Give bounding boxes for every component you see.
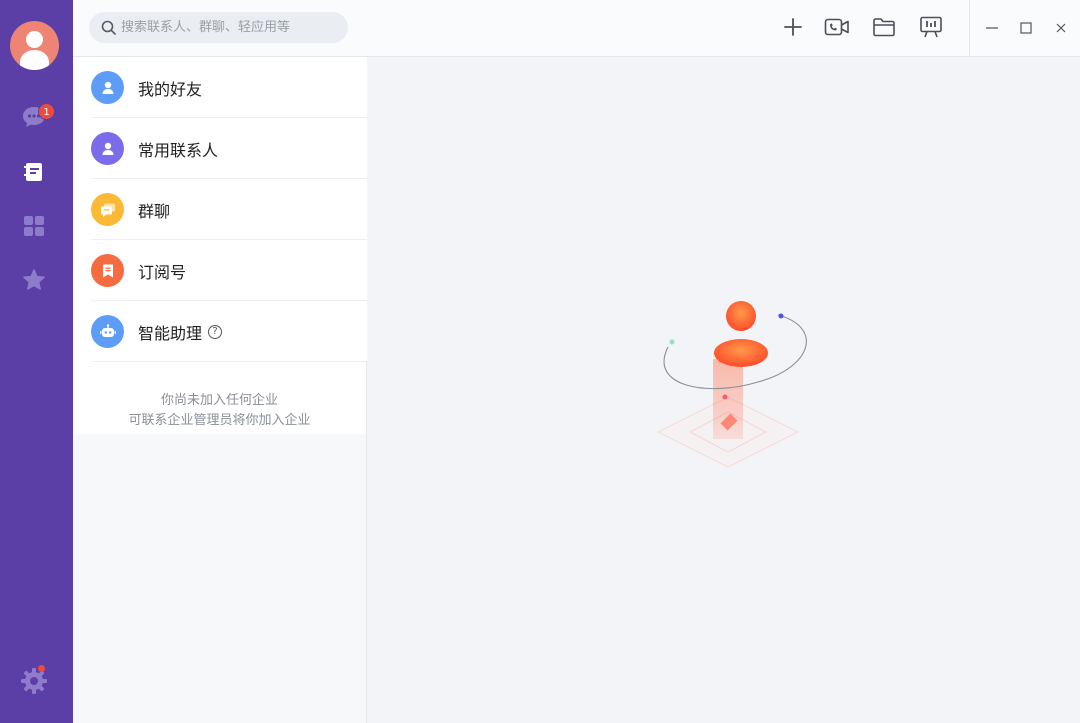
settings-notification-dot bbox=[38, 665, 45, 672]
contacts-item-frequent[interactable]: 常用联系人 bbox=[73, 118, 367, 179]
person-icon bbox=[91, 132, 124, 165]
search-input[interactable] bbox=[121, 20, 341, 35]
user-avatar[interactable] bbox=[10, 21, 59, 70]
star-icon[interactable] bbox=[19, 265, 49, 295]
folder-icon[interactable] bbox=[871, 14, 897, 40]
close-icon[interactable] bbox=[1049, 16, 1073, 40]
gear-icon[interactable] bbox=[19, 666, 49, 696]
top-bar bbox=[73, 0, 1080, 57]
robot-icon bbox=[91, 315, 124, 348]
apps-grid-icon[interactable] bbox=[19, 211, 49, 241]
search-box[interactable] bbox=[89, 12, 348, 43]
help-icon[interactable]: ? bbox=[208, 324, 223, 339]
contacts-item-label: 智能助理 bbox=[138, 323, 203, 343]
avatar-body bbox=[20, 50, 49, 70]
contacts-list: 我的好友 常用联系人 群聊 订阅号 智能助理 ? bbox=[73, 57, 367, 362]
search-icon bbox=[101, 20, 116, 35]
side-rail: 1 bbox=[0, 0, 73, 723]
contacts-item-label: 我的好友 bbox=[138, 79, 203, 99]
contacts-item-smart-assistant[interactable]: 智能助理 ? bbox=[73, 301, 367, 362]
contacts-panel: 我的好友 常用联系人 群聊 订阅号 智能助理 ? 你尚未加入任何企业 可联系企业… bbox=[73, 57, 367, 723]
note-line-1: 你尚未加入任何企业 bbox=[160, 393, 278, 408]
no-enterprise-note: 你尚未加入任何企业 可联系企业管理员将你加入企业 bbox=[73, 362, 366, 434]
contacts-book-icon[interactable] bbox=[19, 157, 49, 187]
unread-badge: 1 bbox=[38, 103, 55, 120]
note-line-2: 可联系企业管理员将你加入企业 bbox=[128, 413, 311, 428]
contacts-item-subscriptions[interactable]: 订阅号 bbox=[73, 240, 367, 301]
bookmark-icon bbox=[91, 254, 124, 287]
main-content-area bbox=[368, 57, 1080, 723]
empty-state-illustration bbox=[657, 301, 807, 468]
minimize-icon[interactable] bbox=[980, 16, 1004, 40]
contacts-item-group-chats[interactable]: 群聊 bbox=[73, 179, 367, 240]
contacts-item-label: 常用联系人 bbox=[138, 140, 219, 160]
toolbar-divider bbox=[969, 0, 970, 57]
plus-icon[interactable] bbox=[780, 14, 806, 40]
video-call-icon[interactable] bbox=[824, 14, 850, 40]
contacts-item-friends[interactable]: 我的好友 bbox=[73, 57, 367, 118]
group-chat-icon bbox=[91, 193, 124, 226]
presentation-icon[interactable] bbox=[918, 14, 944, 40]
avatar-head bbox=[26, 31, 43, 48]
contacts-item-label: 订阅号 bbox=[138, 262, 187, 282]
maximize-icon[interactable] bbox=[1014, 16, 1038, 40]
person-icon bbox=[91, 71, 124, 104]
contacts-item-label: 群聊 bbox=[138, 201, 171, 221]
